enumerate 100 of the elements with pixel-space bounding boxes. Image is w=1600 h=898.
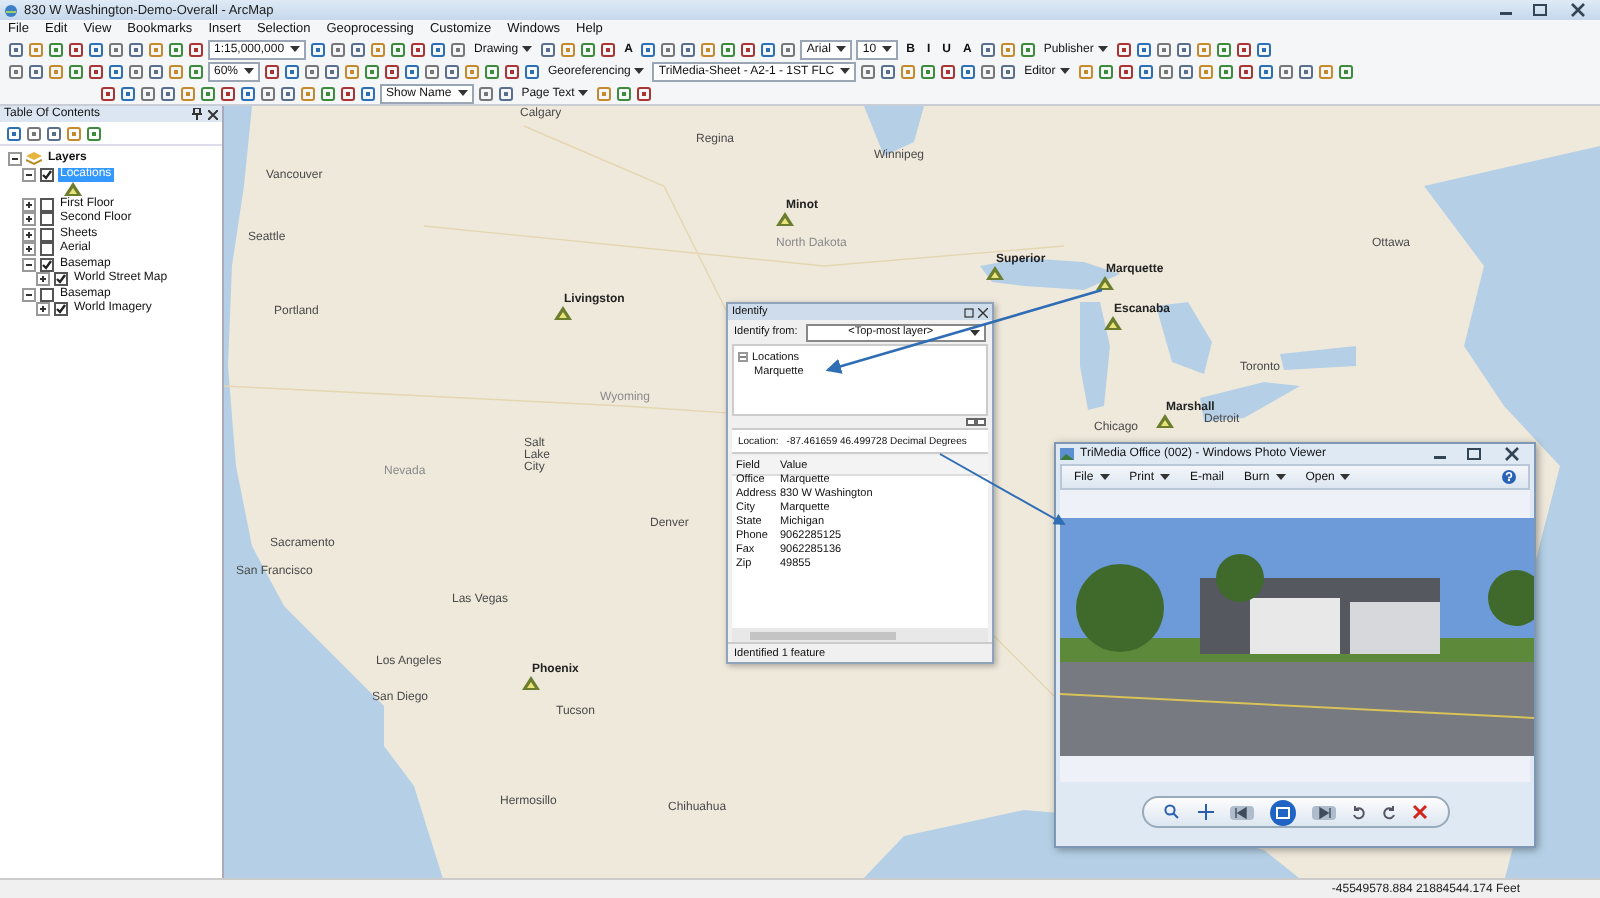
tool-icon[interactable] xyxy=(960,63,977,79)
checkbox[interactable] xyxy=(40,257,54,272)
checkbox[interactable] xyxy=(40,287,54,302)
tool-icon[interactable] xyxy=(8,41,24,57)
map-drawing[interactable] xyxy=(224,106,1600,878)
tool-icon[interactable] xyxy=(48,63,64,79)
tool-icon[interactable] xyxy=(680,41,697,57)
rotate-left-icon[interactable] xyxy=(1351,805,1365,819)
tool-icon[interactable] xyxy=(300,85,316,101)
tool-icon[interactable] xyxy=(168,63,184,79)
checkbox[interactable] xyxy=(40,227,54,242)
tool-icon[interactable] xyxy=(28,63,44,79)
tool-icon[interactable] xyxy=(180,85,196,101)
tool-icon[interactable] xyxy=(148,41,164,57)
tool-icon[interactable] xyxy=(979,41,996,57)
location-marker-icon[interactable] xyxy=(1156,414,1174,428)
tool-icon[interactable] xyxy=(128,63,144,79)
tool-icon[interactable] xyxy=(1255,41,1272,57)
checkbox[interactable] xyxy=(40,212,54,227)
expand-icon[interactable] xyxy=(22,227,36,242)
close-icon[interactable] xyxy=(978,307,988,317)
tool-icon[interactable] xyxy=(580,41,597,57)
tool-icon[interactable] xyxy=(120,85,136,101)
tool-icon[interactable] xyxy=(497,85,514,101)
scrollbar[interactable] xyxy=(732,628,988,642)
tool-icon[interactable] xyxy=(1277,63,1294,79)
tool-icon[interactable] xyxy=(8,63,24,79)
tool-icon[interactable] xyxy=(310,41,327,57)
location-marker-icon[interactable] xyxy=(1104,316,1122,330)
tool-icon[interactable] xyxy=(86,125,102,141)
tool-icon[interactable] xyxy=(560,41,577,57)
tool-icon[interactable] xyxy=(108,41,124,57)
tool-icon[interactable] xyxy=(264,63,281,79)
tool-icon[interactable] xyxy=(128,41,144,57)
tool-icon[interactable] xyxy=(140,85,156,101)
tool-icon[interactable] xyxy=(860,63,877,79)
tool-icon[interactable] xyxy=(28,41,44,57)
collapse-icon[interactable] xyxy=(22,287,36,302)
tool-icon[interactable] xyxy=(220,85,236,101)
tool-icon[interactable] xyxy=(740,41,757,57)
tool-icon[interactable] xyxy=(999,41,1016,57)
tool-icon[interactable] xyxy=(304,63,321,79)
tool-icon[interactable] xyxy=(340,85,356,101)
tool-icon[interactable] xyxy=(280,85,296,101)
tool-icon[interactable] xyxy=(1237,63,1254,79)
tool-icon[interactable] xyxy=(1317,63,1334,79)
tool-icon[interactable] xyxy=(1019,41,1036,57)
tool-icon[interactable] xyxy=(1157,63,1174,79)
tool-icon[interactable] xyxy=(46,125,62,141)
location-marker-icon[interactable] xyxy=(554,306,572,320)
tool-icon[interactable] xyxy=(1177,63,1194,79)
tool-icon[interactable] xyxy=(88,63,104,79)
tool-icon[interactable] xyxy=(410,41,427,57)
tool-icon[interactable] xyxy=(284,63,301,79)
tool-icon[interactable] xyxy=(200,85,216,101)
location-marker-icon[interactable] xyxy=(776,212,794,226)
tool-icon[interactable] xyxy=(108,63,124,79)
expand-icon[interactable] xyxy=(22,242,36,257)
tool-icon[interactable] xyxy=(1195,41,1212,57)
tool-icon[interactable] xyxy=(1117,63,1134,79)
tool-icon[interactable] xyxy=(540,41,557,57)
tool-icon[interactable] xyxy=(68,63,84,79)
tool-icon[interactable] xyxy=(68,41,84,57)
previous-icon[interactable] xyxy=(1229,805,1253,819)
tool-icon[interactable] xyxy=(1000,63,1017,79)
tool-icon[interactable] xyxy=(524,63,541,79)
tool-icon[interactable] xyxy=(330,41,347,57)
tool-icon[interactable] xyxy=(1135,41,1152,57)
tool-icon[interactable] xyxy=(880,63,897,79)
delete-icon[interactable] xyxy=(1411,804,1427,820)
tool-icon[interactable] xyxy=(900,63,917,79)
close-icon[interactable] xyxy=(208,109,218,119)
zoom-icon[interactable] xyxy=(1163,804,1181,820)
tool-icon[interactable] xyxy=(1297,63,1314,79)
tool-icon[interactable] xyxy=(1097,63,1114,79)
tool-icon[interactable] xyxy=(260,85,276,101)
tool-icon[interactable] xyxy=(720,41,737,57)
tool-icon[interactable] xyxy=(324,63,341,79)
tool-icon[interactable] xyxy=(390,41,407,57)
tool-icon[interactable] xyxy=(1155,41,1172,57)
collapse-icon[interactable] xyxy=(22,167,36,182)
tool-icon[interactable] xyxy=(640,41,657,57)
restore-icon[interactable] xyxy=(964,307,974,317)
tool-icon[interactable] xyxy=(188,41,204,57)
tool-icon[interactable] xyxy=(596,85,613,101)
checkbox[interactable] xyxy=(54,302,68,317)
tool-icon[interactable] xyxy=(450,41,467,57)
tool-icon[interactable] xyxy=(320,85,336,101)
tool-icon[interactable] xyxy=(430,41,447,57)
tool-icon[interactable] xyxy=(920,63,937,79)
slideshow-icon[interactable] xyxy=(1269,799,1295,825)
rotate-right-icon[interactable] xyxy=(1381,805,1395,819)
tool-icon[interactable] xyxy=(424,63,441,79)
tool-icon[interactable] xyxy=(100,85,116,101)
tool-icon[interactable] xyxy=(350,41,367,57)
checkbox[interactable] xyxy=(54,272,68,287)
expand-icon[interactable] xyxy=(36,272,50,287)
tool-icon[interactable] xyxy=(1077,63,1094,79)
actual-size-icon[interactable] xyxy=(1197,804,1213,820)
view-toggle-icon[interactable] xyxy=(966,418,986,426)
